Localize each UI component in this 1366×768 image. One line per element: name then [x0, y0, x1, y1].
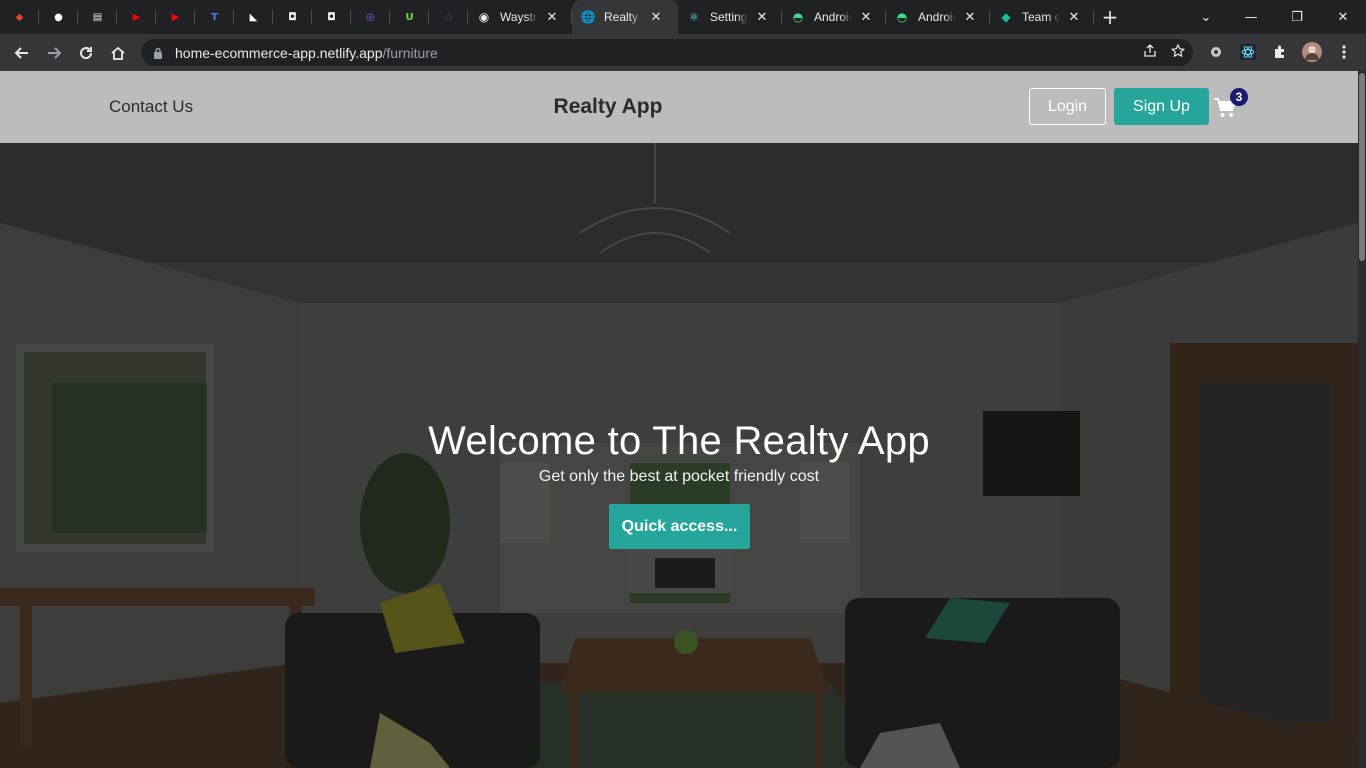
pinned-tab[interactable]: ◘	[273, 0, 312, 34]
extensions-puzzle-icon[interactable]	[1270, 42, 1290, 62]
pinned-tab[interactable]: ▶	[117, 0, 156, 34]
tab-title: Team o	[1022, 10, 1060, 24]
hero-subtitle: Get only the best at pocket friendly cos…	[538, 468, 820, 485]
tabs: ◉ Waystream ✕ 🌐 Realty App ✕ ⚛ Settings ✕ ◓ Androi…	[468, 0, 1094, 34]
upwork-icon: U	[405, 11, 414, 23]
scrollbar-thumb[interactable]	[1359, 73, 1365, 261]
tab-title: Android	[814, 10, 852, 24]
pinned-tab[interactable]: ◣	[234, 0, 273, 34]
diamond-icon: ◆	[1001, 10, 1011, 24]
pinned-tab[interactable]: ▤	[78, 0, 117, 34]
pinned-tab[interactable]: ◆	[0, 0, 39, 34]
docs-icon: ▤	[92, 11, 103, 23]
close-tab-icon[interactable]: ✕	[544, 10, 560, 25]
youtube-icon: ▶	[171, 11, 180, 23]
gitlab-icon: ◆	[15, 11, 24, 23]
tab-strip: ◆ ● ▤ ▶ ▶ T ◣ ◘ ◘ ◎ U ◇ ◉ Waystream ✕ 🌐 Realty App ✕ ⚛ Set…	[0, 0, 1366, 34]
pinned-tab[interactable]: ◎	[351, 0, 390, 34]
t-app-icon: T	[211, 11, 218, 23]
pinned-tab[interactable]: T	[195, 0, 234, 34]
site-navbar: Contact Us Realty App Login Sign Up 3	[0, 71, 1358, 143]
reload-button[interactable]	[70, 37, 102, 69]
framer-icon: ◣	[249, 11, 258, 23]
tab-title: Realty App	[604, 10, 642, 24]
tab-title: Android	[918, 10, 956, 24]
url-path: /furniture	[382, 44, 438, 61]
tab-title: Waystream	[500, 10, 538, 24]
login-button[interactable]: Login	[1029, 88, 1106, 125]
youtube-icon: ▶	[132, 11, 141, 23]
browser-tab[interactable]: ⚛ Settings ✕	[678, 0, 782, 34]
github-icon: ●	[54, 11, 63, 23]
close-tab-icon[interactable]: ✕	[754, 10, 770, 25]
url-text: home-ecommerce-app.netlify.app/furniture	[175, 45, 438, 61]
react-devtools-icon[interactable]	[1238, 42, 1258, 62]
forward-button[interactable]	[38, 37, 70, 69]
globe-icon: 🌐	[580, 10, 596, 24]
android-icon: ◓	[896, 10, 908, 24]
sign-up-button[interactable]: Sign Up	[1114, 88, 1209, 125]
maximize-button[interactable]: ❐	[1274, 0, 1320, 34]
pinned-tabs: ◆ ● ▤ ▶ ▶ T ◣ ◘ ◘ ◎ U ◇	[0, 0, 468, 34]
quick-access-button[interactable]: Quick access...	[609, 504, 750, 549]
close-window-button[interactable]: ✕	[1320, 0, 1366, 34]
cart-count-badge: 3	[1230, 88, 1248, 106]
browser-tab[interactable]: ◓ Android ✕	[782, 0, 886, 34]
reload-icon	[80, 46, 93, 59]
react-icon: ⚛	[688, 10, 700, 24]
purple-app-icon: ◇	[444, 11, 453, 23]
pinned-tab[interactable]: ▶	[156, 0, 195, 34]
pinned-tab[interactable]: ◘	[312, 0, 351, 34]
tab-title: Settings	[710, 10, 748, 24]
pinned-tab[interactable]: ●	[39, 0, 78, 34]
back-button[interactable]	[6, 37, 38, 69]
notion-icon: ◘	[288, 11, 297, 23]
android-icon: ◓	[792, 10, 804, 24]
settings-extension-icon[interactable]	[1206, 42, 1226, 62]
close-tab-icon[interactable]: ✕	[858, 10, 874, 25]
close-tab-icon[interactable]: ✕	[1066, 10, 1082, 25]
pinned-tab[interactable]: U	[390, 0, 429, 34]
hero-section: Welcome to The Realty App Get only the b…	[0, 143, 1358, 768]
radio-icon: ◉	[478, 10, 490, 24]
minimize-button[interactable]: —	[1228, 0, 1274, 34]
notion-icon: ◘	[327, 11, 336, 23]
profile-avatar[interactable]	[1302, 42, 1322, 62]
share-icon[interactable]	[1143, 44, 1157, 58]
browser-tab[interactable]: ◓ Android ✕	[886, 0, 990, 34]
browser-tab[interactable]: ◉ Waystream ✕	[468, 0, 572, 34]
menu-kebab-icon[interactable]	[1334, 42, 1354, 62]
page-scrollbar[interactable]	[1358, 71, 1366, 768]
arrow-right-icon	[48, 46, 62, 59]
figma-icon: ◎	[366, 11, 375, 23]
home-icon	[111, 46, 125, 60]
hero-title: Welcome to The Realty App	[428, 419, 930, 463]
close-tab-icon[interactable]: ✕	[648, 10, 664, 25]
star-icon[interactable]	[1171, 44, 1185, 58]
lock-icon	[154, 47, 162, 59]
close-tab-icon[interactable]: ✕	[962, 10, 978, 25]
arrow-left-icon	[14, 46, 28, 59]
tab-search-icon[interactable]: ⌄	[1183, 0, 1229, 34]
home-button[interactable]	[102, 37, 134, 69]
browser-tab[interactable]: 🌐 Realty App ✕	[572, 0, 678, 34]
browser-tab[interactable]: ◆ Team o ✕	[990, 0, 1094, 34]
pinned-tab[interactable]: ◇	[429, 0, 468, 34]
new-tab-button[interactable]: +	[1094, 0, 1126, 34]
address-bar[interactable]: home-ecommerce-app.netlify.app/furniture	[141, 39, 1193, 66]
web-page: Contact Us Realty App Login Sign Up 3 We…	[0, 71, 1358, 768]
url-host: home-ecommerce-app.netlify.app	[175, 44, 383, 61]
